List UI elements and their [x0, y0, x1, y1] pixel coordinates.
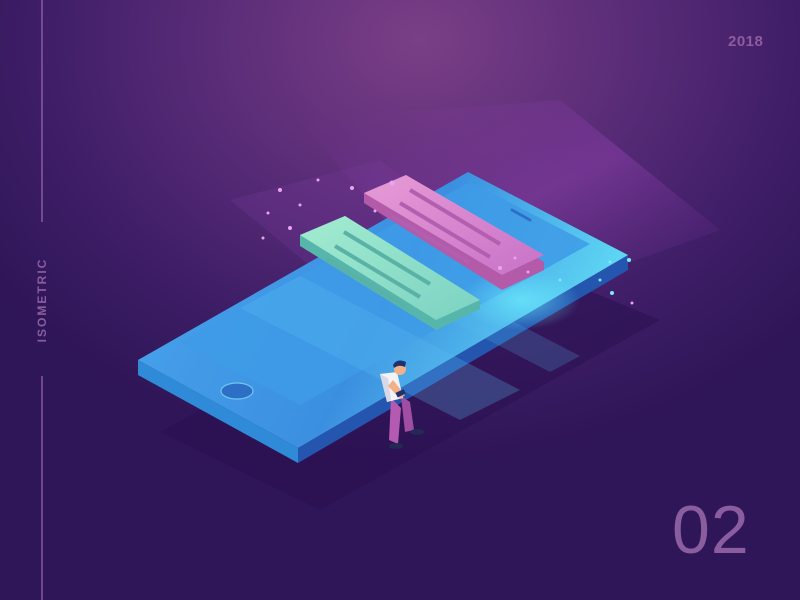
isometric-illustration	[138, 100, 720, 510]
home-button-icon	[220, 382, 254, 400]
